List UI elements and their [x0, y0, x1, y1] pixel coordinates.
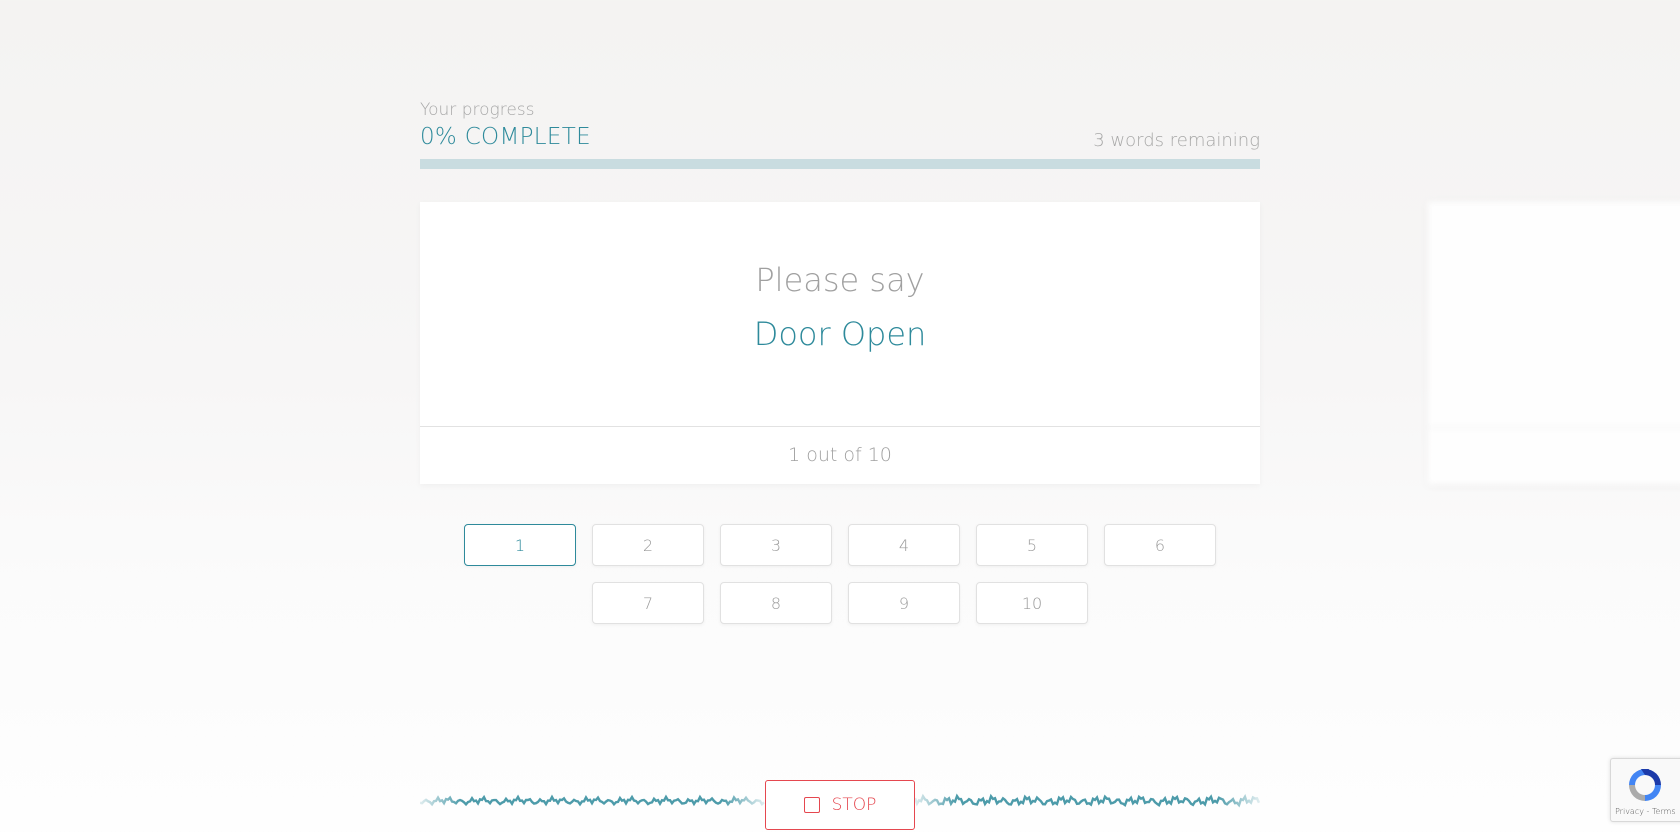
- prompt-counter: 1 out of 10: [788, 444, 892, 466]
- progress-header: Your progress 0% COMPLETE 3 words remain…: [420, 100, 1260, 151]
- stop-button-label: STOP: [831, 795, 877, 815]
- words-remaining: 3 words remaining: [1093, 130, 1260, 151]
- stop-recording-button[interactable]: STOP: [765, 780, 915, 830]
- waveform-left-segment: [420, 794, 765, 807]
- next-prompt-divider: [1428, 427, 1680, 428]
- recording-panel: Your progress 0% COMPLETE 3 words remain…: [420, 100, 1260, 830]
- recaptcha-badge[interactable]: Privacy - Terms: [1610, 758, 1680, 822]
- word-selector-row-2: 7 8 9 10: [420, 582, 1260, 624]
- prompt-word: Door Open: [753, 315, 927, 353]
- progress-bar: [420, 159, 1260, 169]
- word-button-4[interactable]: 4: [848, 524, 960, 566]
- progress-percent: 0% COMPLETE: [420, 124, 591, 150]
- word-selector-row-1: 123456: [420, 524, 1260, 566]
- recaptcha-privacy-link[interactable]: Privacy: [1615, 807, 1644, 816]
- recaptcha-terms-link[interactable]: Terms: [1652, 807, 1676, 816]
- word-selector: 123456 7 8 9 10: [420, 524, 1260, 640]
- waveform-right-segment: [913, 793, 1260, 808]
- stop-square-icon: [803, 797, 820, 813]
- progress-caption: Your progress: [420, 100, 535, 120]
- recorder: STOP: [420, 760, 1260, 832]
- word-button-3[interactable]: 3: [720, 524, 832, 566]
- word-button-5[interactable]: 5: [976, 524, 1088, 566]
- word-button-9[interactable]: 9: [848, 582, 960, 624]
- recaptcha-logo-icon: [1629, 769, 1661, 801]
- prompt-body: Please say Door Open: [420, 202, 1260, 427]
- word-button-10[interactable]: 10: [976, 582, 1088, 624]
- prompt-instruction: Please say: [755, 261, 925, 299]
- next-prompt-card-preview: [1428, 202, 1680, 484]
- word-button-2[interactable]: 2: [592, 524, 704, 566]
- word-button-1[interactable]: 1: [464, 524, 576, 566]
- word-button-7[interactable]: 7: [592, 582, 704, 624]
- recaptcha-separator: -: [1643, 807, 1652, 816]
- prompt-card: Please say Door Open 1 out of 10: [420, 202, 1260, 484]
- word-button-6[interactable]: 6: [1104, 524, 1216, 566]
- recaptcha-links: Privacy - Terms: [1615, 807, 1676, 816]
- word-button-8[interactable]: 8: [720, 582, 832, 624]
